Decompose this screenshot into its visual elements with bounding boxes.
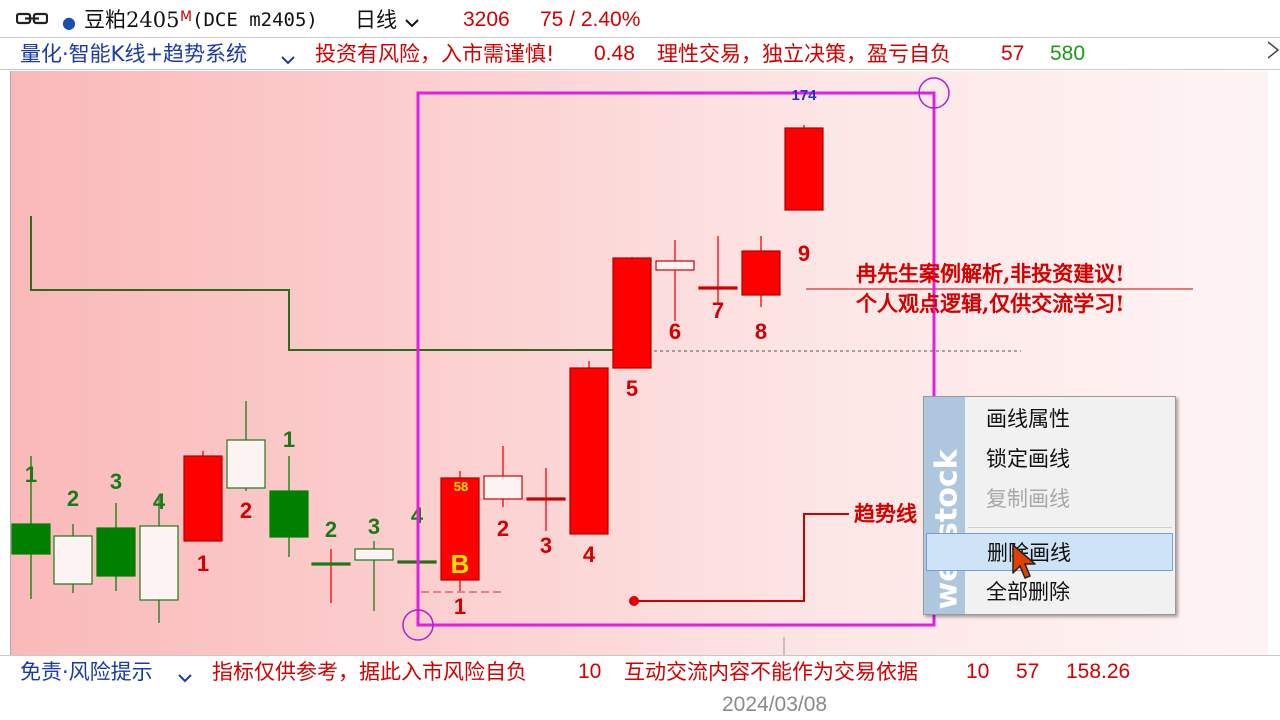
bar-value-label: 58	[454, 479, 468, 494]
menu-separator	[968, 527, 1172, 528]
selection-rectangle	[416, 91, 936, 627]
trend-step-line	[30, 216, 636, 351]
candle-body	[698, 286, 738, 290]
candle-count-label: 7	[712, 298, 724, 323]
date-axis: 2024/03/08	[0, 689, 1280, 720]
symbol-header: ● 豆粕2405 M (DCE m2405) 日线 3206 75 / 2.40…	[0, 0, 1280, 38]
candle-count-label: 5	[626, 376, 638, 401]
candle-body	[53, 535, 93, 585]
chevron-down-icon[interactable]	[177, 669, 193, 688]
menu-item-line-properties[interactable]: 画线属性	[926, 400, 1173, 438]
candle-count-label: 3	[540, 533, 552, 558]
candle-body	[183, 455, 223, 542]
disclaimer-bar: 免责·风险提示 指标仅供参考，据此入市风险自负 10 互动交流内容不能作为交易依…	[0, 655, 1280, 689]
disclaimer-value-2: 10	[966, 660, 990, 683]
status-dot: ●	[62, 13, 76, 32]
candle-count-label: 3	[368, 514, 380, 539]
symbol-name[interactable]: 豆粕2405	[84, 8, 179, 32]
candle-body	[612, 257, 652, 369]
candle-body	[269, 490, 309, 538]
menu-item-delete-line[interactable]: 删除画线	[926, 533, 1173, 571]
candle-count-label: 4	[153, 489, 166, 514]
peak-label: 174	[791, 87, 817, 104]
menu-item-delete-all[interactable]: 全部删除	[926, 573, 1173, 611]
candle-count-label: 1	[454, 594, 466, 619]
disclaimer-value-3: 57	[1016, 660, 1040, 683]
chain-link-icon[interactable]	[15, 10, 49, 32]
candle-body	[655, 260, 695, 271]
candle-count-label: 6	[669, 319, 681, 344]
candle-body	[11, 523, 51, 555]
decision-text: 理性交易，独立决策，盈亏自负	[657, 42, 951, 66]
date-axis-label: 2024/03/08	[722, 693, 828, 716]
candle-body	[483, 475, 523, 500]
menu-item-lock-line[interactable]: 锁定画线	[926, 440, 1173, 478]
indicator-value-3: 580	[1050, 42, 1086, 65]
indicator-bar: 量化·智能K线+趋势系统 投资有风险，入市需谨慎! 0.48 理性交易，独立决策…	[0, 38, 1280, 70]
annotation-disclaimer-2: 个人观点逻辑,仅供交流学习!	[856, 291, 1125, 316]
annotation-disclaimer-1: 冉先生案例解析,非投资建议!	[856, 261, 1125, 286]
candle-body	[526, 497, 566, 501]
disclaimer-name[interactable]: 免责·风险提示	[20, 660, 153, 684]
candle-body	[226, 439, 266, 489]
candle-count-label: 3	[110, 469, 122, 494]
candle-body	[139, 525, 179, 601]
candle-count-label: 1	[283, 427, 295, 452]
menu-item-copy-line[interactable]: 复制画线	[926, 480, 1173, 518]
indicator-value-2: 57	[1001, 42, 1025, 65]
chevron-down-icon[interactable]	[280, 51, 296, 70]
context-menu: webstock 画线属性 锁定画线 复制画线 删除画线 全部删除	[923, 396, 1176, 615]
candle-count-label: 9	[798, 241, 810, 266]
disclaimer-value-1: 10	[578, 660, 602, 683]
candle-body	[354, 548, 394, 561]
indicator-value-1: 0.48	[594, 42, 635, 65]
trend-arrow-line	[634, 513, 849, 602]
risk-text: 投资有风险，入市需谨慎!	[315, 42, 555, 66]
last-price: 3206	[463, 8, 510, 31]
candle-count-label: 2	[240, 498, 252, 523]
candle-count-label: 2	[497, 516, 509, 541]
price-change: 75 / 2.40%	[540, 8, 641, 31]
mouse-cursor-icon	[1011, 543, 1039, 585]
candle-count-label: 4	[583, 542, 596, 567]
candle-body	[784, 127, 824, 211]
disclaimer-text-1: 指标仅供参考，据此入市风险自负	[212, 660, 527, 684]
buy-signal: B	[451, 549, 470, 579]
candle-count-label: 2	[67, 486, 79, 511]
chevron-down-icon[interactable]	[404, 14, 420, 33]
candle-body	[741, 250, 781, 296]
candle-body	[569, 367, 609, 535]
scroll-marker	[1267, 40, 1280, 60]
candle-count-label: 1	[25, 462, 37, 487]
symbol-flag: M	[180, 9, 193, 25]
indicator-name[interactable]: 量化·智能K线+趋势系统	[20, 42, 247, 66]
trend-line-label: 趋势线	[854, 501, 917, 526]
trend-line-anchor	[629, 596, 639, 606]
candle-body	[311, 562, 351, 566]
disclaimer-text-2: 互动交流内容不能作为交易依据	[624, 660, 918, 684]
symbol-code: (DCE m2405)	[192, 9, 318, 31]
candle-count-label: 1	[197, 551, 209, 576]
candle-body	[96, 527, 136, 577]
candle-count-label: 8	[755, 319, 767, 344]
candle-count-label: 2	[325, 517, 337, 542]
disclaimer-value-4: 158.26	[1066, 660, 1131, 683]
period-selector[interactable]: 日线	[355, 8, 397, 32]
